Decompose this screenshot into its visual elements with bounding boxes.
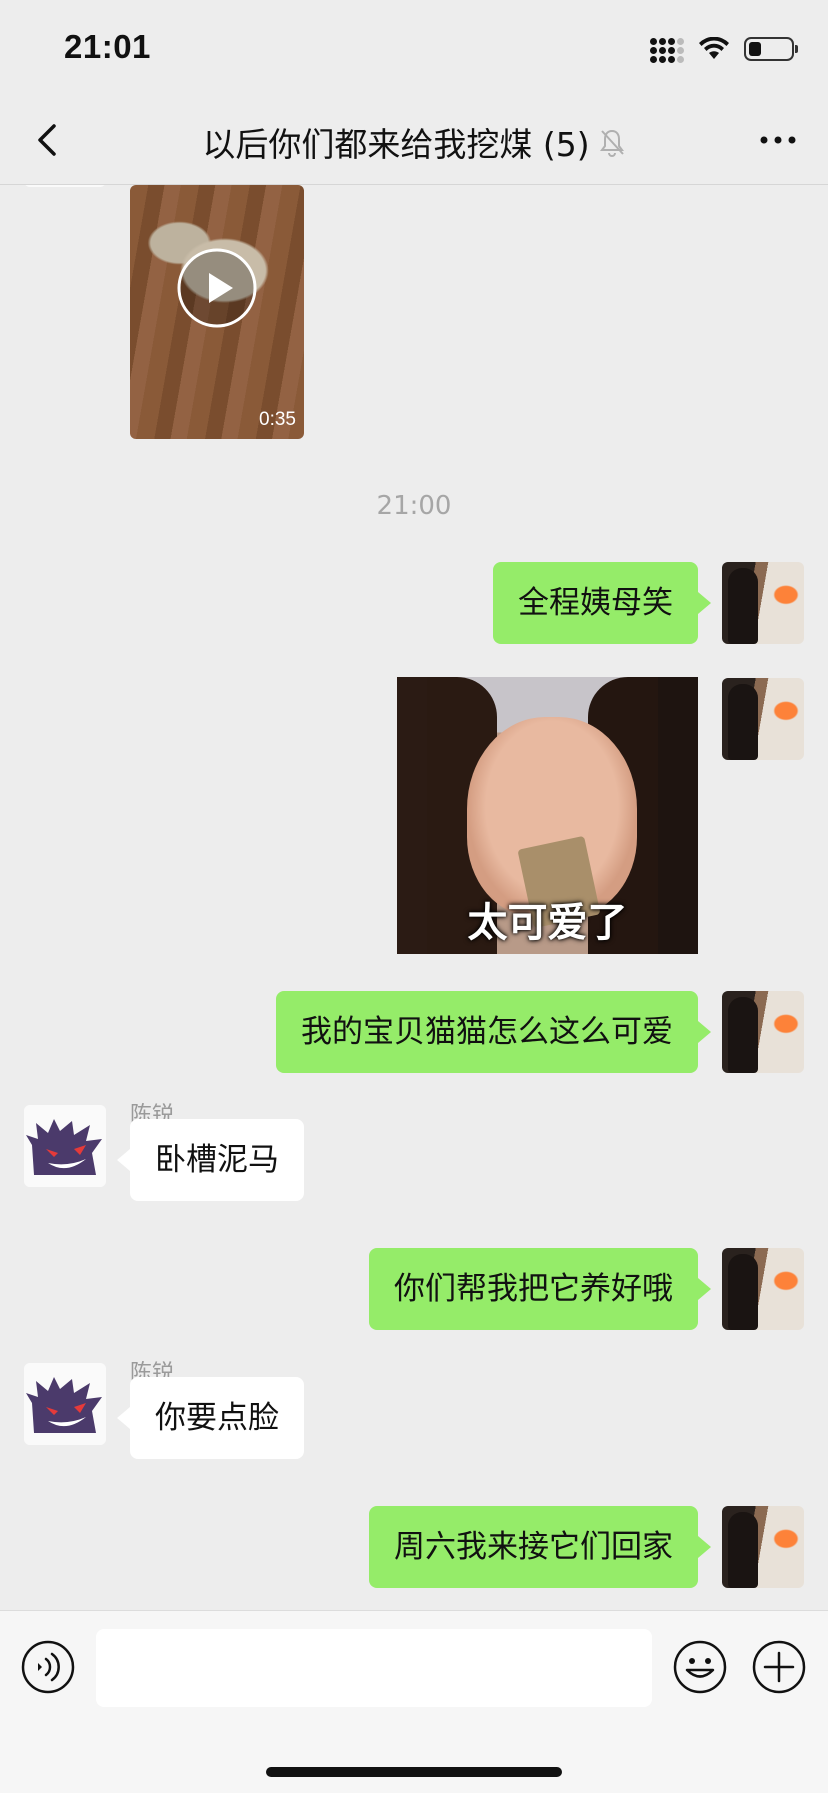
play-icon [177, 248, 257, 328]
plus-icon[interactable] [751, 1639, 807, 1695]
sticker-caption: 太可爱了 [467, 900, 628, 946]
emoji-icon[interactable] [672, 1639, 728, 1695]
message-bubble-sent[interactable]: 我的宝贝猫猫怎么这么可爱 [276, 991, 711, 1073]
cellular-signal-icon [650, 37, 684, 63]
message-bubble-sent[interactable]: 你们帮我把它养好哦 [369, 1248, 711, 1330]
chat-title: 以后你们都来给我挖煤 (5) [202, 125, 590, 164]
avatar[interactable] [722, 991, 804, 1073]
more-options-icon[interactable] [756, 126, 800, 154]
message-input[interactable] [96, 1629, 652, 1707]
wifi-icon [699, 37, 729, 59]
chat-title-area[interactable]: 以后你们都来给我挖煤 (5) [0, 118, 828, 166]
video-duration: 0:35 [259, 409, 296, 430]
home-indicator [266, 1767, 562, 1777]
avatar[interactable] [24, 185, 106, 187]
avatar[interactable] [722, 1506, 804, 1588]
gengar-avatar[interactable] [24, 1363, 106, 1445]
battery-icon [744, 37, 798, 61]
battery-level [749, 42, 761, 56]
input-bar [0, 1610, 828, 1793]
nav-bar: 以后你们都来给我挖煤 (5) [0, 96, 828, 185]
status-icons [650, 34, 798, 64]
message-bubble-sent[interactable]: 周六我来接它们回家 [369, 1506, 711, 1588]
timestamp: 21:00 [376, 491, 452, 521]
gengar-avatar[interactable] [24, 1105, 106, 1187]
mute-bell-icon [599, 129, 624, 157]
status-bar: 21:01 [0, 0, 828, 96]
video-message[interactable]: 0:35 [130, 185, 304, 439]
message-bubble-sent[interactable]: 全程姨母笑 [493, 562, 711, 644]
avatar[interactable] [722, 678, 804, 760]
message-bubble-received[interactable]: 卧槽泥马 [117, 1119, 304, 1201]
sticker-message[interactable]: 太可爱了 [397, 677, 698, 954]
chat-message-list[interactable]: 0:35 21:00 全程姨母笑 太可爱了 我的宝贝猫猫怎么这么可爱 陈锐 卧槽… [0, 185, 828, 1610]
voice-input-icon[interactable] [20, 1639, 76, 1695]
message-bubble-received[interactable]: 你要点脸 [117, 1377, 304, 1459]
status-time: 21:01 [64, 28, 151, 65]
avatar[interactable] [722, 562, 804, 644]
avatar[interactable] [722, 1248, 804, 1330]
